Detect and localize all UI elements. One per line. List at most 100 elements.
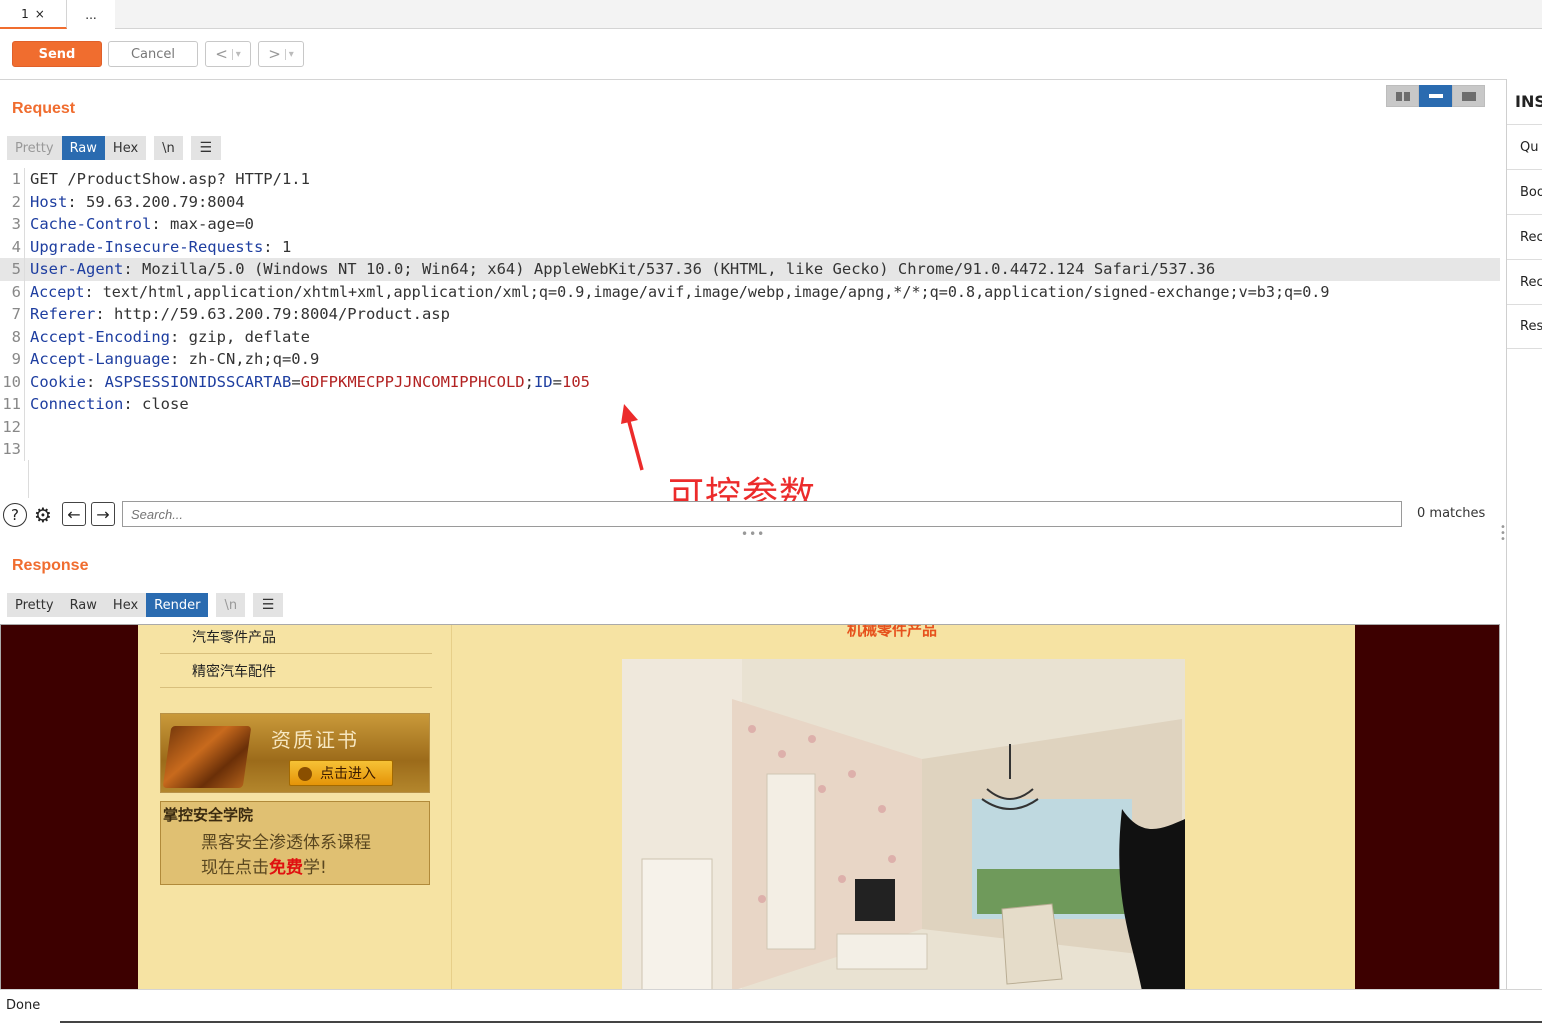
rendered-page[interactable]: 汽车零件产品 精密汽车配件 资质证书 点击进入 掌控安全学院 黑客安全渗透体系课… [0, 624, 1500, 990]
annotation-arrow-icon [621, 404, 644, 471]
inspector-item-request[interactable]: Rec [1507, 259, 1542, 304]
rendered-link[interactable]: 精密汽车配件 [160, 655, 432, 688]
promo-line: 黑客安全渗透体系课程 [201, 833, 371, 853]
header-value: : close [123, 395, 189, 414]
header-name: User-Agent [30, 260, 124, 279]
line-number: 3 [0, 213, 25, 236]
side-by-side-layout-icon[interactable] [1386, 85, 1419, 107]
header-name: Accept-Encoding [30, 327, 170, 346]
status-bar: Done [0, 989, 1542, 1023]
header-name: Upgrade-Insecure-Requests [30, 237, 264, 256]
cookie-eq: = [552, 372, 562, 391]
request-editor[interactable]: 1 GET /ProductShow.asp? HTTP/1.1 2 Host:… [0, 168, 1500, 498]
tab-hex[interactable]: Hex [104, 593, 147, 617]
menu-icon[interactable]: ☰ [253, 593, 284, 617]
gutter [0, 460, 29, 498]
line-number: 7 [0, 303, 25, 326]
response-format-tabs: Pretty Raw Hex Render \n ☰ [7, 593, 284, 617]
editor-line: 1 GET /ProductShow.asp? HTTP/1.1 [0, 168, 1500, 191]
inspector-item-request[interactable]: Rec [1507, 214, 1542, 259]
header-name: Cookie [30, 372, 86, 391]
enter-button[interactable]: 点击进入 [289, 760, 393, 786]
line-number: 4 [0, 235, 25, 258]
tab-new[interactable]: ... [67, 0, 115, 29]
newline-toggle[interactable]: \n [216, 593, 246, 617]
status-text: Done [6, 998, 41, 1013]
stacked-layout-icon[interactable] [1419, 85, 1452, 107]
dropdown-arrow-icon[interactable]: ▾ [284, 48, 294, 60]
promo-line: 现在点击免费学! [201, 853, 327, 878]
layout-toggle-group [1386, 85, 1485, 107]
cookie-value: GDFPKMECPPJJNCOMIPPHCOLD [300, 372, 525, 391]
send-button[interactable]: Send [12, 41, 102, 67]
tab-1[interactable]: 1 × [0, 0, 67, 29]
rendered-section-title: 机械零件产品 [847, 624, 938, 639]
enter-button-label: 点击进入 [320, 766, 376, 782]
forward-button[interactable]: > ▾ [258, 41, 304, 67]
certificate-banner[interactable]: 资质证书 点击进入 [160, 713, 430, 793]
line-number: 1 [0, 168, 25, 191]
vertical-resize-handle-icon[interactable]: • • • [1500, 523, 1506, 545]
menu-icon[interactable]: ☰ [190, 136, 221, 160]
render-main: 机械零件产品 [452, 624, 1355, 989]
header-name: Accept-Language [30, 350, 170, 369]
line-number: 5 [0, 258, 25, 281]
arrow-left-icon: ← [67, 504, 81, 524]
header-name: Referer [30, 305, 96, 324]
pane-resize-handle-icon[interactable]: ••• [741, 527, 765, 541]
cancel-button[interactable]: Cancel [108, 41, 198, 67]
line-number: 10 [0, 370, 25, 393]
tab-strip: 1 × ... [0, 0, 1542, 29]
line-number: 2 [0, 190, 25, 213]
header-sep: : [86, 372, 105, 391]
rendered-link[interactable]: 汽车零件产品 [160, 625, 432, 654]
cookie-name: ID [533, 372, 553, 391]
promo-heading: 掌控安全学院 [163, 806, 254, 824]
tab-pretty[interactable]: Pretty [7, 593, 62, 617]
single-pane-layout-icon[interactable] [1452, 85, 1485, 107]
header-value: : Mozilla/5.0 (Windows NT 10.0; Win64; x… [123, 260, 1216, 279]
header-name: Accept [30, 282, 85, 301]
cookie-eq: = [291, 372, 301, 391]
tab-pretty[interactable]: Pretty [7, 136, 62, 160]
header-value: : max-age=0 [151, 215, 254, 234]
inspector-title: INS [1515, 92, 1542, 111]
inspector-item-response[interactable]: Res [1507, 304, 1542, 349]
tab-raw[interactable]: Raw [61, 136, 105, 160]
next-match-button[interactable]: → [91, 502, 115, 526]
tab-hex[interactable]: Hex [104, 136, 147, 160]
previous-match-button[interactable]: ← [62, 502, 86, 526]
line-number: 11 [0, 393, 25, 416]
editor-line: 8 Accept-Encoding: gzip, deflate [0, 325, 1500, 348]
newline-toggle[interactable]: \n [154, 136, 183, 160]
header-value: : zh-CN,zh;q=0.9 [169, 350, 320, 369]
wood-graphic [162, 726, 252, 788]
editor-line: 4 Upgrade-Insecure-Requests: 1 [0, 235, 1500, 258]
request-title: Request [12, 100, 76, 117]
tab-raw[interactable]: Raw [61, 593, 105, 617]
arrow-right-icon: → [96, 504, 110, 524]
inspector-item-query[interactable]: Qu [1507, 124, 1542, 169]
search-input[interactable] [122, 501, 1402, 527]
header-value: : gzip, deflate [169, 327, 310, 346]
editor-line: 9 Accept-Language: zh-CN,zh;q=0.9 [0, 348, 1500, 371]
promo-banner[interactable]: 掌控安全学院 黑客安全渗透体系课程 现在点击免费学! [160, 801, 430, 885]
divider [0, 79, 1507, 80]
tab-render[interactable]: Render [146, 593, 209, 617]
close-icon[interactable]: × [35, 7, 45, 21]
promo-free: 免费 [269, 858, 303, 878]
back-button[interactable]: < ▾ [205, 41, 251, 67]
header-name: Host [30, 192, 68, 211]
help-icon[interactable]: ? [3, 503, 27, 527]
gear-icon[interactable]: ⚙ [31, 503, 55, 527]
line-number: 13 [0, 438, 25, 461]
inspector-item-body[interactable]: Boo [1507, 169, 1542, 214]
editor-line: 10 Cookie: ASPSESSIONIDSSCARTAB=GDFPKMEC… [0, 370, 1500, 393]
header-name: Connection [30, 395, 124, 414]
header-value: : 1 [263, 237, 292, 256]
header-value: : 59.63.200.79:8004 [67, 192, 245, 211]
line-number: 12 [0, 415, 25, 438]
line-number: 6 [0, 280, 25, 303]
dropdown-arrow-icon[interactable]: ▾ [231, 48, 241, 60]
editor-line: 7 Referer: http://59.63.200.79:8004/Prod… [0, 303, 1500, 326]
